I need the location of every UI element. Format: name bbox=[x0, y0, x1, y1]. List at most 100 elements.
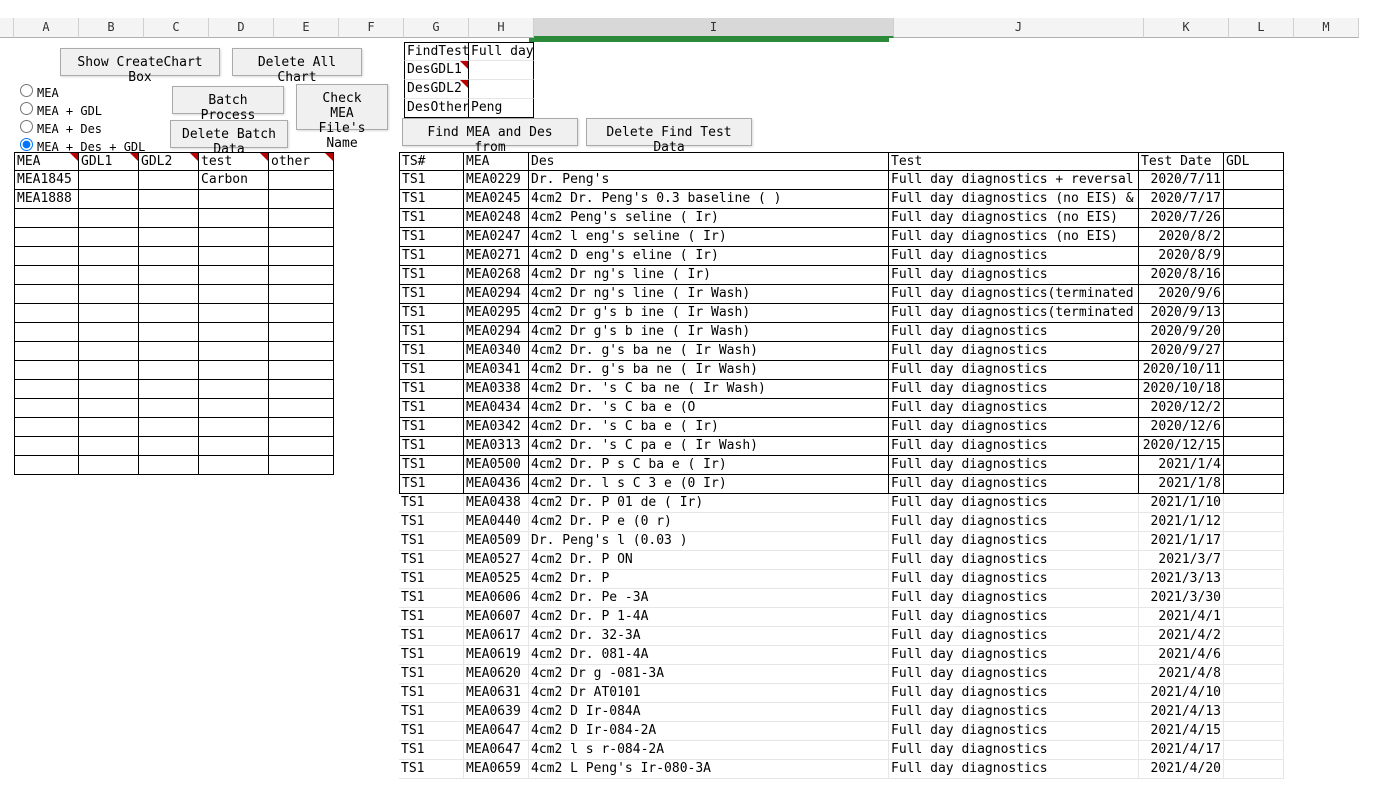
small-cell[interactable] bbox=[199, 209, 269, 228]
lookup-key-1[interactable]: DesGDL1 bbox=[404, 61, 469, 80]
main-cell[interactable]: Full day diagnostics bbox=[889, 380, 1139, 399]
small-cell[interactable] bbox=[269, 342, 334, 361]
main-cell[interactable]: MEA0271 bbox=[464, 247, 529, 266]
batch-process-button[interactable]: Batch Process bbox=[172, 86, 284, 114]
main-cell[interactable]: 2021/3/30 bbox=[1139, 589, 1224, 608]
main-cell[interactable]: Full day diagnostics bbox=[889, 703, 1139, 722]
main-cell[interactable] bbox=[1224, 741, 1284, 760]
main-cell[interactable]: 2021/1/10 bbox=[1139, 494, 1224, 513]
main-cell[interactable]: Full day diagnostics bbox=[889, 551, 1139, 570]
small-cell[interactable] bbox=[79, 456, 139, 475]
main-cell[interactable]: TS1 bbox=[399, 304, 464, 323]
small-cell[interactable] bbox=[269, 266, 334, 285]
main-cell[interactable]: Full day diagnostics bbox=[889, 494, 1139, 513]
small-cell[interactable] bbox=[14, 209, 79, 228]
main-header-Test[interactable]: Test bbox=[889, 152, 1139, 171]
small-cell[interactable] bbox=[14, 399, 79, 418]
main-cell[interactable] bbox=[1224, 608, 1284, 627]
small-cell[interactable] bbox=[199, 437, 269, 456]
small-cell[interactable] bbox=[139, 285, 199, 304]
main-cell[interactable]: TS1 bbox=[399, 380, 464, 399]
main-cell[interactable]: TS1 bbox=[399, 342, 464, 361]
small-header-test[interactable]: test bbox=[199, 152, 269, 171]
main-cell[interactable] bbox=[1224, 209, 1284, 228]
main-cell[interactable] bbox=[1224, 513, 1284, 532]
main-cell[interactable] bbox=[1224, 399, 1284, 418]
main-cell[interactable]: MEA0509 bbox=[464, 532, 529, 551]
small-cell[interactable] bbox=[269, 190, 334, 209]
main-cell[interactable]: TS1 bbox=[399, 722, 464, 741]
main-cell[interactable]: Full day diagnostics bbox=[889, 741, 1139, 760]
main-cell[interactable]: 2020/10/18 bbox=[1139, 380, 1224, 399]
small-cell[interactable] bbox=[79, 323, 139, 342]
main-cell[interactable]: Full day diagnostics bbox=[889, 475, 1139, 494]
main-cell[interactable]: Full day diagnostics (no EIS) & bbox=[889, 190, 1139, 209]
col-header-H[interactable]: H bbox=[469, 18, 534, 38]
main-cell[interactable] bbox=[1224, 266, 1284, 285]
col-header-K[interactable]: K bbox=[1144, 18, 1229, 38]
small-cell[interactable] bbox=[14, 418, 79, 437]
main-cell[interactable]: 2020/9/6 bbox=[1139, 285, 1224, 304]
main-cell[interactable]: MEA0440 bbox=[464, 513, 529, 532]
small-cell[interactable] bbox=[269, 228, 334, 247]
main-cell[interactable]: 2020/9/13 bbox=[1139, 304, 1224, 323]
main-cell[interactable]: Full day diagnostics bbox=[889, 513, 1139, 532]
main-cell[interactable]: MEA0659 bbox=[464, 760, 529, 779]
small-cell[interactable] bbox=[139, 190, 199, 209]
lookup-key-2[interactable]: DesGDL2 bbox=[404, 80, 469, 99]
small-cell[interactable] bbox=[269, 399, 334, 418]
main-cell[interactable]: MEA0229 bbox=[464, 171, 529, 190]
main-cell[interactable]: 2021/1/12 bbox=[1139, 513, 1224, 532]
main-cell[interactable]: MEA0342 bbox=[464, 418, 529, 437]
main-cell[interactable]: MEA0434 bbox=[464, 399, 529, 418]
lookup-key-3[interactable]: DesOther bbox=[404, 99, 469, 118]
main-cell[interactable] bbox=[1224, 722, 1284, 741]
small-cell[interactable] bbox=[199, 285, 269, 304]
main-cell[interactable]: 2021/3/13 bbox=[1139, 570, 1224, 589]
main-cell[interactable]: TS1 bbox=[399, 209, 464, 228]
main-cell[interactable] bbox=[1224, 437, 1284, 456]
small-cell[interactable] bbox=[199, 418, 269, 437]
col-header-A[interactable]: A bbox=[14, 18, 79, 38]
col-header-B[interactable]: B bbox=[79, 18, 144, 38]
small-cell[interactable] bbox=[139, 247, 199, 266]
main-cell[interactable]: TS1 bbox=[399, 494, 464, 513]
small-cell[interactable] bbox=[14, 342, 79, 361]
main-cell[interactable]: 2021/4/6 bbox=[1139, 646, 1224, 665]
small-cell[interactable] bbox=[139, 266, 199, 285]
main-cell[interactable] bbox=[1224, 190, 1284, 209]
small-cell[interactable] bbox=[199, 399, 269, 418]
small-cell[interactable] bbox=[14, 285, 79, 304]
small-cell[interactable] bbox=[269, 285, 334, 304]
lookup-val-0[interactable]: Full day bbox=[469, 42, 534, 61]
main-cell[interactable]: Full day diagnostics bbox=[889, 266, 1139, 285]
small-cell[interactable] bbox=[269, 209, 334, 228]
small-cell[interactable] bbox=[269, 171, 334, 190]
small-cell[interactable] bbox=[269, 361, 334, 380]
main-cell[interactable]: MEA0338 bbox=[464, 380, 529, 399]
main-cell[interactable]: 2020/7/11 bbox=[1139, 171, 1224, 190]
main-cell[interactable]: MEA0341 bbox=[464, 361, 529, 380]
small-cell[interactable] bbox=[199, 304, 269, 323]
main-cell[interactable]: Full day diagnostics bbox=[889, 608, 1139, 627]
main-cell[interactable]: TS1 bbox=[399, 684, 464, 703]
main-cell[interactable] bbox=[1224, 646, 1284, 665]
main-cell[interactable]: MEA0527 bbox=[464, 551, 529, 570]
main-cell[interactable]: TS1 bbox=[399, 475, 464, 494]
small-cell[interactable] bbox=[79, 228, 139, 247]
main-cell[interactable]: MEA0639 bbox=[464, 703, 529, 722]
main-cell[interactable]: 2021/4/13 bbox=[1139, 703, 1224, 722]
small-cell[interactable] bbox=[199, 380, 269, 399]
main-cell[interactable]: Full day diagnostics bbox=[889, 247, 1139, 266]
small-cell[interactable] bbox=[79, 266, 139, 285]
main-cell[interactable]: TS1 bbox=[399, 532, 464, 551]
small-cell[interactable] bbox=[199, 323, 269, 342]
main-cell[interactable]: TS1 bbox=[399, 247, 464, 266]
radio-mea[interactable]: MEA bbox=[20, 84, 145, 102]
small-cell[interactable]: Carbon bbox=[199, 171, 269, 190]
main-header-TS#[interactable]: TS# bbox=[399, 152, 464, 171]
main-cell[interactable]: Full day diagnostics bbox=[889, 665, 1139, 684]
small-cell[interactable] bbox=[79, 209, 139, 228]
main-cell[interactable] bbox=[1224, 570, 1284, 589]
main-cell[interactable] bbox=[1224, 532, 1284, 551]
